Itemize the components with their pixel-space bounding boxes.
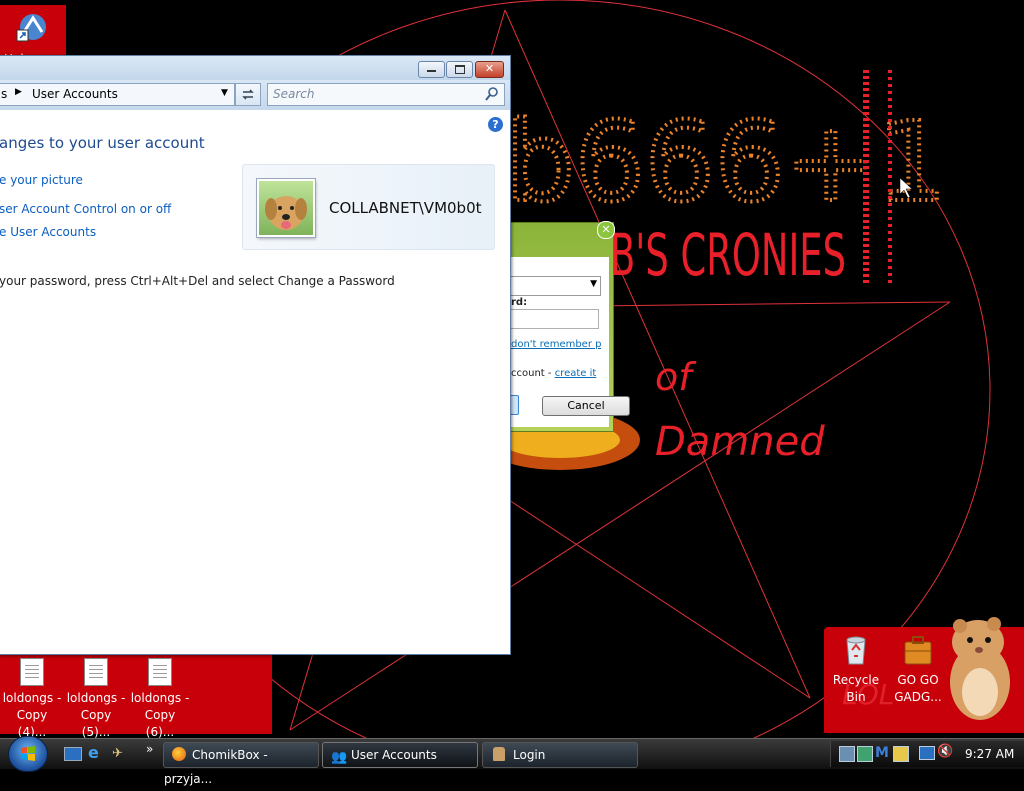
refresh-button[interactable] — [235, 83, 261, 106]
breadcrumb-prefix[interactable]: s — [1, 87, 7, 101]
recycle-bin-icon — [846, 636, 866, 665]
quicklaunch-app-icon[interactable]: ✈ — [112, 746, 128, 761]
taskbar-button-firefox[interactable]: ChomikBox - przyja... — [163, 742, 319, 786]
create-account-link[interactable]: create it — [555, 368, 597, 379]
tray-app-icon[interactable] — [857, 746, 873, 762]
breadcrumb[interactable]: User Accounts — [32, 87, 118, 101]
tray-monitor-icon[interactable] — [919, 746, 935, 760]
maximize-icon — [454, 65, 465, 74]
window-titlebar[interactable]: ✕ — [0, 56, 510, 80]
address-bar[interactable]: s ▶ User Accounts ▼ — [0, 83, 235, 106]
address-dropdown-icon[interactable]: ▼ — [221, 88, 228, 98]
firefox-icon — [172, 747, 186, 761]
windows-logo-icon — [21, 746, 35, 761]
taskbar-button-label: Login — [513, 748, 546, 762]
taskbar: e ✈ » ChomikBox - przyja... 👥 User Accoun… — [0, 736, 1024, 786]
search-icon[interactable] — [484, 86, 500, 102]
show-desktop-icon[interactable] — [64, 747, 82, 761]
chevron-down-icon: ▼ — [590, 279, 597, 289]
maximize-button[interactable] — [446, 61, 473, 78]
search-placeholder: Search — [273, 87, 315, 101]
file-label: loldongs - Copy (4)... — [2, 691, 62, 739]
taskbar-button-label: User Accounts — [351, 748, 437, 762]
taskbar-button-login[interactable]: Login — [482, 742, 638, 768]
tray-messenger-icon[interactable]: M — [875, 745, 889, 761]
close-icon: ✕ — [484, 62, 495, 75]
desktop-file-icon[interactable]: loldongs - Copy (4)... — [2, 654, 62, 741]
password-hint-text: your password, press Ctrl+Alt+Del and se… — [0, 274, 395, 288]
login-user-select[interactable]: ▼ — [507, 276, 601, 296]
wallpaper-big-text: b666+1 — [505, 98, 947, 226]
cancel-button[interactable]: Cancel — [542, 396, 630, 416]
document-icon — [20, 658, 44, 686]
internet-explorer-icon[interactable]: e — [88, 745, 104, 761]
tray-volume-muted-icon[interactable]: 🔇 — [937, 744, 953, 759]
file-label: loldongs - Copy (6)... — [130, 691, 190, 739]
login-app-icon — [493, 747, 505, 761]
search-input[interactable]: Search — [267, 83, 505, 106]
start-button[interactable] — [8, 736, 48, 772]
minimize-button[interactable] — [418, 61, 445, 78]
tray-security-icon[interactable] — [893, 746, 909, 762]
taskbar-button-user-accounts[interactable]: 👥 User Accounts — [322, 742, 478, 768]
document-icon — [148, 658, 172, 686]
avatar[interactable] — [257, 179, 315, 237]
desktop-file-icon[interactable]: loldongs - Copy (6)... — [130, 654, 190, 741]
dog-picture-icon — [265, 196, 307, 230]
forgot-password-link[interactable]: don't remember pas — [511, 339, 601, 350]
desktop-file-icon[interactable]: loldongs - Copy (5)... — [66, 654, 126, 741]
help-button[interactable]: ? — [488, 117, 503, 132]
file-label: loldongs - Copy (5)... — [66, 691, 126, 739]
login-close-button[interactable]: ✕ — [597, 221, 615, 239]
create-account-line: ccount - create it — [511, 365, 601, 379]
tray-network-icon[interactable] — [839, 746, 855, 762]
wallpaper-cronies-text: B'S CRONIES — [610, 221, 846, 289]
quicklaunch-overflow-icon[interactable]: » — [146, 742, 153, 756]
refresh-icon — [242, 89, 254, 100]
user-accounts-window[interactable]: ✕ s ▶ User Accounts ▼ Search ? anges to … — [0, 55, 511, 655]
close-button[interactable]: ✕ — [475, 61, 504, 78]
wallpaper-of-text: of — [655, 355, 697, 399]
username-label: COLLABNET\VM0b0t — [329, 199, 482, 217]
hamster-image — [950, 617, 1010, 720]
window-content: ? anges to your user account e your pict… — [0, 110, 510, 654]
minimize-icon — [427, 70, 436, 72]
recycle-bin-label: Recycle Bin — [832, 673, 880, 704]
document-icon — [84, 658, 108, 686]
briefcase-icon — [904, 636, 932, 665]
page-heading: anges to your user account — [0, 134, 205, 152]
desktop-shortcut-icon[interactable] — [16, 12, 50, 42]
manage-accounts-link[interactable]: e User Accounts — [0, 225, 96, 239]
change-picture-link[interactable]: e your picture — [0, 173, 83, 187]
password-input[interactable] — [509, 309, 599, 329]
wallpaper-damned-text: Damned — [655, 419, 825, 465]
shortcut-app-icon — [16, 14, 46, 42]
system-tray: M 🔇 9:27 AM — [830, 741, 1024, 767]
user-tile: COLLABNET\VM0b0t — [242, 164, 495, 250]
users-icon: 👥 — [331, 750, 348, 765]
taskbar-clock[interactable]: 9:27 AM — [965, 747, 1014, 761]
address-bar-area: s ▶ User Accounts ▼ Search — [0, 80, 510, 110]
account-text: ccount - — [511, 368, 555, 379]
password-label: rd: — [511, 297, 528, 308]
recycle-bin[interactable]: Recycle Bin — [826, 632, 886, 706]
chevron-right-icon: ▶ — [15, 87, 22, 97]
uac-toggle-link[interactable]: ser Account Control on or off — [0, 202, 171, 216]
